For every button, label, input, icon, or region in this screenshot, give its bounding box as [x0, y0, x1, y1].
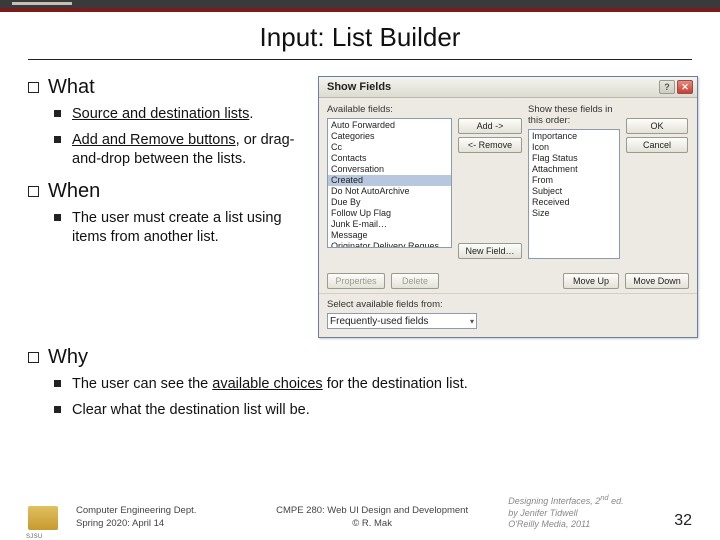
combo-value: Frequently-used fields	[330, 316, 428, 327]
list-item[interactable]: Contacts	[328, 153, 451, 164]
dialog-title: Show Fields	[327, 81, 391, 93]
add-button[interactable]: Add ->	[458, 118, 522, 134]
select-from-combo[interactable]: Frequently-used fields ▾	[327, 313, 477, 329]
slide-body: Input: List Builder What Source and dest…	[0, 12, 720, 420]
move-down-button[interactable]: Move Down	[625, 273, 689, 289]
page-number: 32	[674, 512, 692, 530]
heading-why: Why	[48, 346, 692, 369]
list-item[interactable]: Created	[328, 175, 451, 186]
shown-label: Show these fields in this order:	[528, 104, 620, 126]
list-item[interactable]: Due By	[328, 197, 451, 208]
what-item-1: Source and destination lists.	[54, 105, 300, 125]
list-item[interactable]: Icon	[529, 142, 619, 153]
top-color-bar	[0, 0, 720, 12]
new-field-button[interactable]: New Field…	[458, 243, 522, 259]
list-item[interactable]: Message	[328, 230, 451, 241]
delete-button[interactable]: Delete	[391, 273, 439, 289]
slide-title: Input: List Builder	[28, 22, 692, 60]
footer-book: Designing Interfaces, 2nd ed.	[508, 493, 648, 507]
section-why: Why The user can see the available choic…	[28, 346, 692, 420]
list-item[interactable]: Size	[529, 208, 619, 219]
close-button[interactable]: ✕	[677, 80, 693, 94]
what-item-2: Add and Remove buttons, or drag-and-drop…	[54, 131, 300, 170]
list-item[interactable]: Categories	[328, 131, 451, 142]
footer-date: Spring 2020: April 14	[76, 518, 236, 530]
footer: Computer Engineering Dept. Spring 2020: …	[28, 493, 692, 530]
why-item-1: The user can see the available choices f…	[54, 375, 692, 395]
section-what: What Source and destination lists. Add a…	[28, 76, 300, 170]
chevron-down-icon: ▾	[470, 317, 474, 326]
footer-publisher: O'Reilly Media, 2011	[508, 519, 648, 530]
properties-button[interactable]: Properties	[327, 273, 385, 289]
select-from-label: Select available fields from:	[327, 299, 689, 310]
footer-course: CMPE 280: Web UI Design and Development	[254, 505, 490, 517]
shown-list[interactable]: ImportanceIconFlag StatusAttachmentFromS…	[528, 129, 620, 259]
list-item[interactable]: Subject	[529, 186, 619, 197]
list-item[interactable]: Follow Up Flag	[328, 208, 451, 219]
show-fields-dialog: Show Fields ? ✕ Available fields: Auto F…	[318, 76, 698, 338]
list-item[interactable]: Conversation	[328, 164, 451, 175]
list-item[interactable]: Attachment	[529, 164, 619, 175]
why-item-2: Clear what the destination list will be.	[54, 401, 692, 421]
help-button[interactable]: ?	[659, 80, 675, 94]
available-list[interactable]: Auto ForwardedCategoriesCcContactsConver…	[327, 118, 452, 248]
list-item[interactable]: Flag Status	[529, 153, 619, 164]
heading-what: What	[48, 76, 300, 99]
list-item[interactable]: Cc	[328, 142, 451, 153]
footer-copyright: © R. Mak	[254, 518, 490, 530]
dialog-titlebar: Show Fields ? ✕	[319, 77, 697, 98]
list-item[interactable]: From	[529, 175, 619, 186]
list-item[interactable]: Importance	[529, 131, 619, 142]
list-item[interactable]: Originator Delivery Reques…	[328, 241, 451, 248]
remove-button[interactable]: <- Remove	[458, 137, 522, 153]
sjsu-logo	[28, 506, 58, 530]
ok-button[interactable]: OK	[626, 118, 688, 134]
when-item-1: The user must create a list using items …	[54, 209, 300, 248]
cancel-button[interactable]: Cancel	[626, 137, 688, 153]
move-up-button[interactable]: Move Up	[563, 273, 619, 289]
list-item[interactable]: Do Not AutoArchive	[328, 186, 451, 197]
list-item[interactable]: Received	[529, 197, 619, 208]
list-item[interactable]: Junk E-mail…	[328, 219, 451, 230]
available-label: Available fields:	[327, 104, 452, 115]
heading-when: When	[48, 180, 300, 203]
footer-dept: Computer Engineering Dept.	[76, 505, 236, 517]
footer-author: by Jenifer Tidwell	[508, 508, 648, 519]
section-when: When The user must create a list using i…	[28, 180, 300, 248]
list-item[interactable]: Auto Forwarded	[328, 120, 451, 131]
